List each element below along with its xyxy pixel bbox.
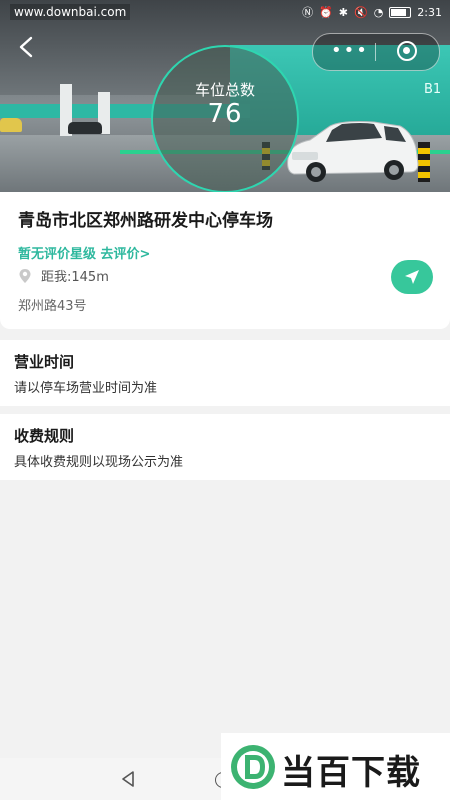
white-suv bbox=[287, 121, 419, 182]
more-button[interactable]: ••• bbox=[331, 42, 369, 60]
rate-link[interactable]: 暂无评价星级 去评价> bbox=[18, 243, 150, 262]
level-sign: B1 bbox=[424, 82, 442, 97]
fee-rules-section: 收费规则 具体收费规则以现场公示为准 bbox=[0, 414, 450, 480]
parking-info-card: 青岛市北区郑州路研发中心停车场 暂无评价星级 去评价> 距我:145m 郑州路4… bbox=[0, 192, 450, 329]
alarm-icon: ⏰ bbox=[319, 5, 333, 19]
parking-address: 郑州路43号 bbox=[18, 299, 87, 314]
close-button[interactable] bbox=[397, 41, 417, 61]
distance-text: 距我:145m bbox=[41, 270, 109, 285]
navigate-button[interactable] bbox=[391, 260, 433, 294]
total-spaces-count: 76 bbox=[207, 99, 243, 129]
business-hours-desc: 请以停车场营业时间为准 bbox=[14, 381, 158, 396]
distance-row: 距我:145m bbox=[18, 266, 109, 285]
back-button[interactable] bbox=[12, 36, 40, 64]
watermark-brand: 当百下载 bbox=[281, 753, 421, 793]
business-hours-section: 营业时间 请以停车场营业时间为准 bbox=[0, 340, 450, 406]
watermark-url: www.downbai.com bbox=[10, 4, 131, 20]
mini-program-capsule: ••• bbox=[312, 33, 440, 71]
business-hours-title: 营业时间 bbox=[14, 353, 75, 371]
total-spaces-label: 车位总数 bbox=[194, 81, 255, 99]
yellow-car bbox=[0, 118, 22, 132]
system-back-icon[interactable] bbox=[120, 770, 136, 788]
mute-icon: 🔇 bbox=[353, 5, 368, 19]
navigation-arrow-icon bbox=[405, 270, 419, 284]
nfc-icon: Ⓝ bbox=[302, 6, 314, 19]
wifi-icon: ◔ bbox=[373, 5, 384, 19]
status-bar: www.downbai.com Ⓝ ⏰ ✱ 🔇 ◔ 2:31 bbox=[0, 0, 450, 26]
bluetooth-icon: ✱ bbox=[338, 5, 348, 19]
parking-lot-name: 青岛市北区郑州路研发中心停车场 bbox=[18, 211, 273, 231]
capsule-divider bbox=[375, 43, 376, 61]
battery-icon bbox=[389, 6, 412, 18]
chevron-left-icon bbox=[19, 36, 33, 58]
total-spaces-badge: 车位总数 76 bbox=[151, 45, 299, 193]
location-pin-icon bbox=[19, 268, 31, 283]
dark-car bbox=[68, 122, 102, 134]
watermark-logo: 当百下载 bbox=[221, 733, 450, 800]
fee-rules-desc: 具体收费规则以现场公示为准 bbox=[14, 455, 184, 470]
status-icons: Ⓝ ⏰ ✱ 🔇 ◔ 2:31 bbox=[302, 4, 442, 20]
brand-logo-icon bbox=[231, 745, 275, 789]
status-time: 2:31 bbox=[417, 5, 442, 19]
fee-rules-title: 收费规则 bbox=[14, 427, 75, 445]
